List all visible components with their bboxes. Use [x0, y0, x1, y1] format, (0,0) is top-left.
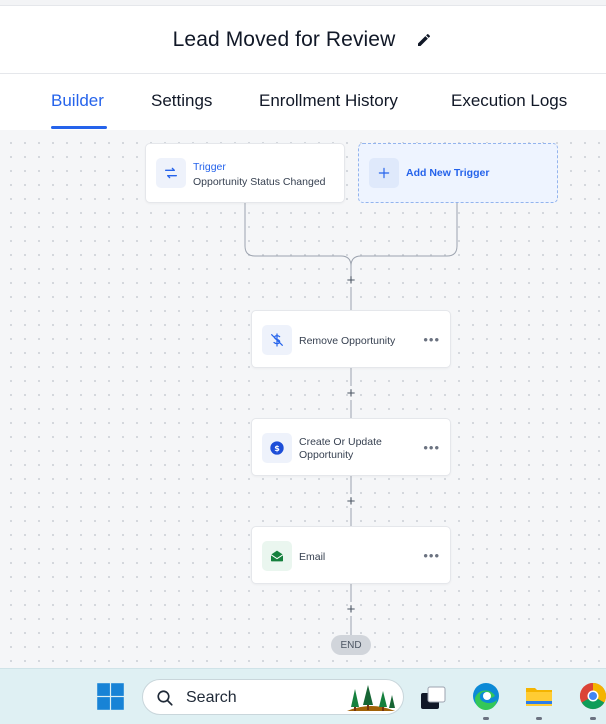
add-step-button[interactable]: + [344, 385, 358, 402]
tab-bar: Builder Settings Enrollment History Exec… [0, 74, 606, 130]
swap-arrows-icon [165, 167, 177, 179]
action-label: Email [299, 551, 326, 563]
tab-enrollment-history[interactable]: Enrollment History [259, 91, 398, 111]
end-node: END [331, 635, 371, 655]
action-label: Create Or Update Opportunity [299, 436, 382, 461]
add-trigger-label: Add New Trigger [406, 167, 490, 179]
plus-icon [378, 167, 390, 179]
more-options-icon[interactable]: ••• [423, 548, 440, 563]
taskbar-search-box[interactable]: Search [142, 679, 404, 715]
add-new-trigger-button[interactable]: Add New Trigger [358, 143, 558, 203]
page-title: Lead Moved for Review [172, 27, 396, 51]
trigger-icon-box [156, 158, 186, 188]
workflow-header: Lead Moved for Review [0, 6, 606, 74]
svg-text:$: $ [274, 444, 280, 453]
action-icon-box [262, 325, 292, 355]
action-icon-box: $ [262, 433, 292, 463]
file-explorer-icon[interactable] [524, 681, 554, 711]
action-card-remove-opportunity[interactable]: Remove Opportunity ••• [251, 310, 451, 368]
explorer-running-indicator [536, 717, 542, 720]
tab-settings[interactable]: Settings [151, 91, 212, 111]
tab-execution-logs[interactable]: Execution Logs [451, 91, 567, 111]
windows-start-icon[interactable] [96, 682, 125, 711]
more-options-icon[interactable]: ••• [423, 332, 440, 347]
trigger-subtitle: Opportunity Status Changed [193, 176, 326, 188]
chrome-running-indicator [590, 717, 596, 720]
trigger-card[interactable]: Trigger Opportunity Status Changed [145, 143, 345, 203]
more-options-icon[interactable]: ••• [423, 440, 440, 455]
chrome-browser-icon[interactable] [578, 681, 606, 711]
email-icon [270, 550, 284, 562]
edit-title-button[interactable] [415, 31, 433, 49]
search-icon [157, 690, 173, 706]
search-placeholder: Search [186, 689, 237, 706]
trigger-label: Trigger [193, 161, 226, 173]
workflow-connectors [244, 203, 458, 635]
add-step-button[interactable]: + [344, 601, 358, 618]
action-card-email[interactable]: Email ••• [251, 526, 451, 584]
task-view-icon[interactable] [418, 683, 448, 713]
action-icon-box [262, 541, 292, 571]
action-card-create-or-update-opportunity[interactable]: $ Create Or Update Opportunity ••• [251, 418, 451, 476]
taskbar: Search [0, 668, 606, 724]
dollar-circle-icon: $ [270, 441, 284, 455]
dollar-off-icon [271, 333, 283, 347]
active-tab-indicator [51, 126, 107, 129]
add-step-button[interactable]: + [344, 493, 358, 510]
tab-builder[interactable]: Builder [51, 91, 104, 111]
add-step-button[interactable]: + [344, 272, 358, 289]
edge-browser-icon[interactable] [471, 681, 501, 711]
action-label: Remove Opportunity [299, 335, 396, 347]
trees-scenery-icon [347, 685, 395, 711]
add-trigger-icon-box [369, 158, 399, 188]
edge-running-indicator [483, 717, 489, 720]
workflow-canvas[interactable]: Trigger Opportunity Status Changed Add N… [0, 130, 606, 668]
pencil-icon [418, 33, 431, 46]
